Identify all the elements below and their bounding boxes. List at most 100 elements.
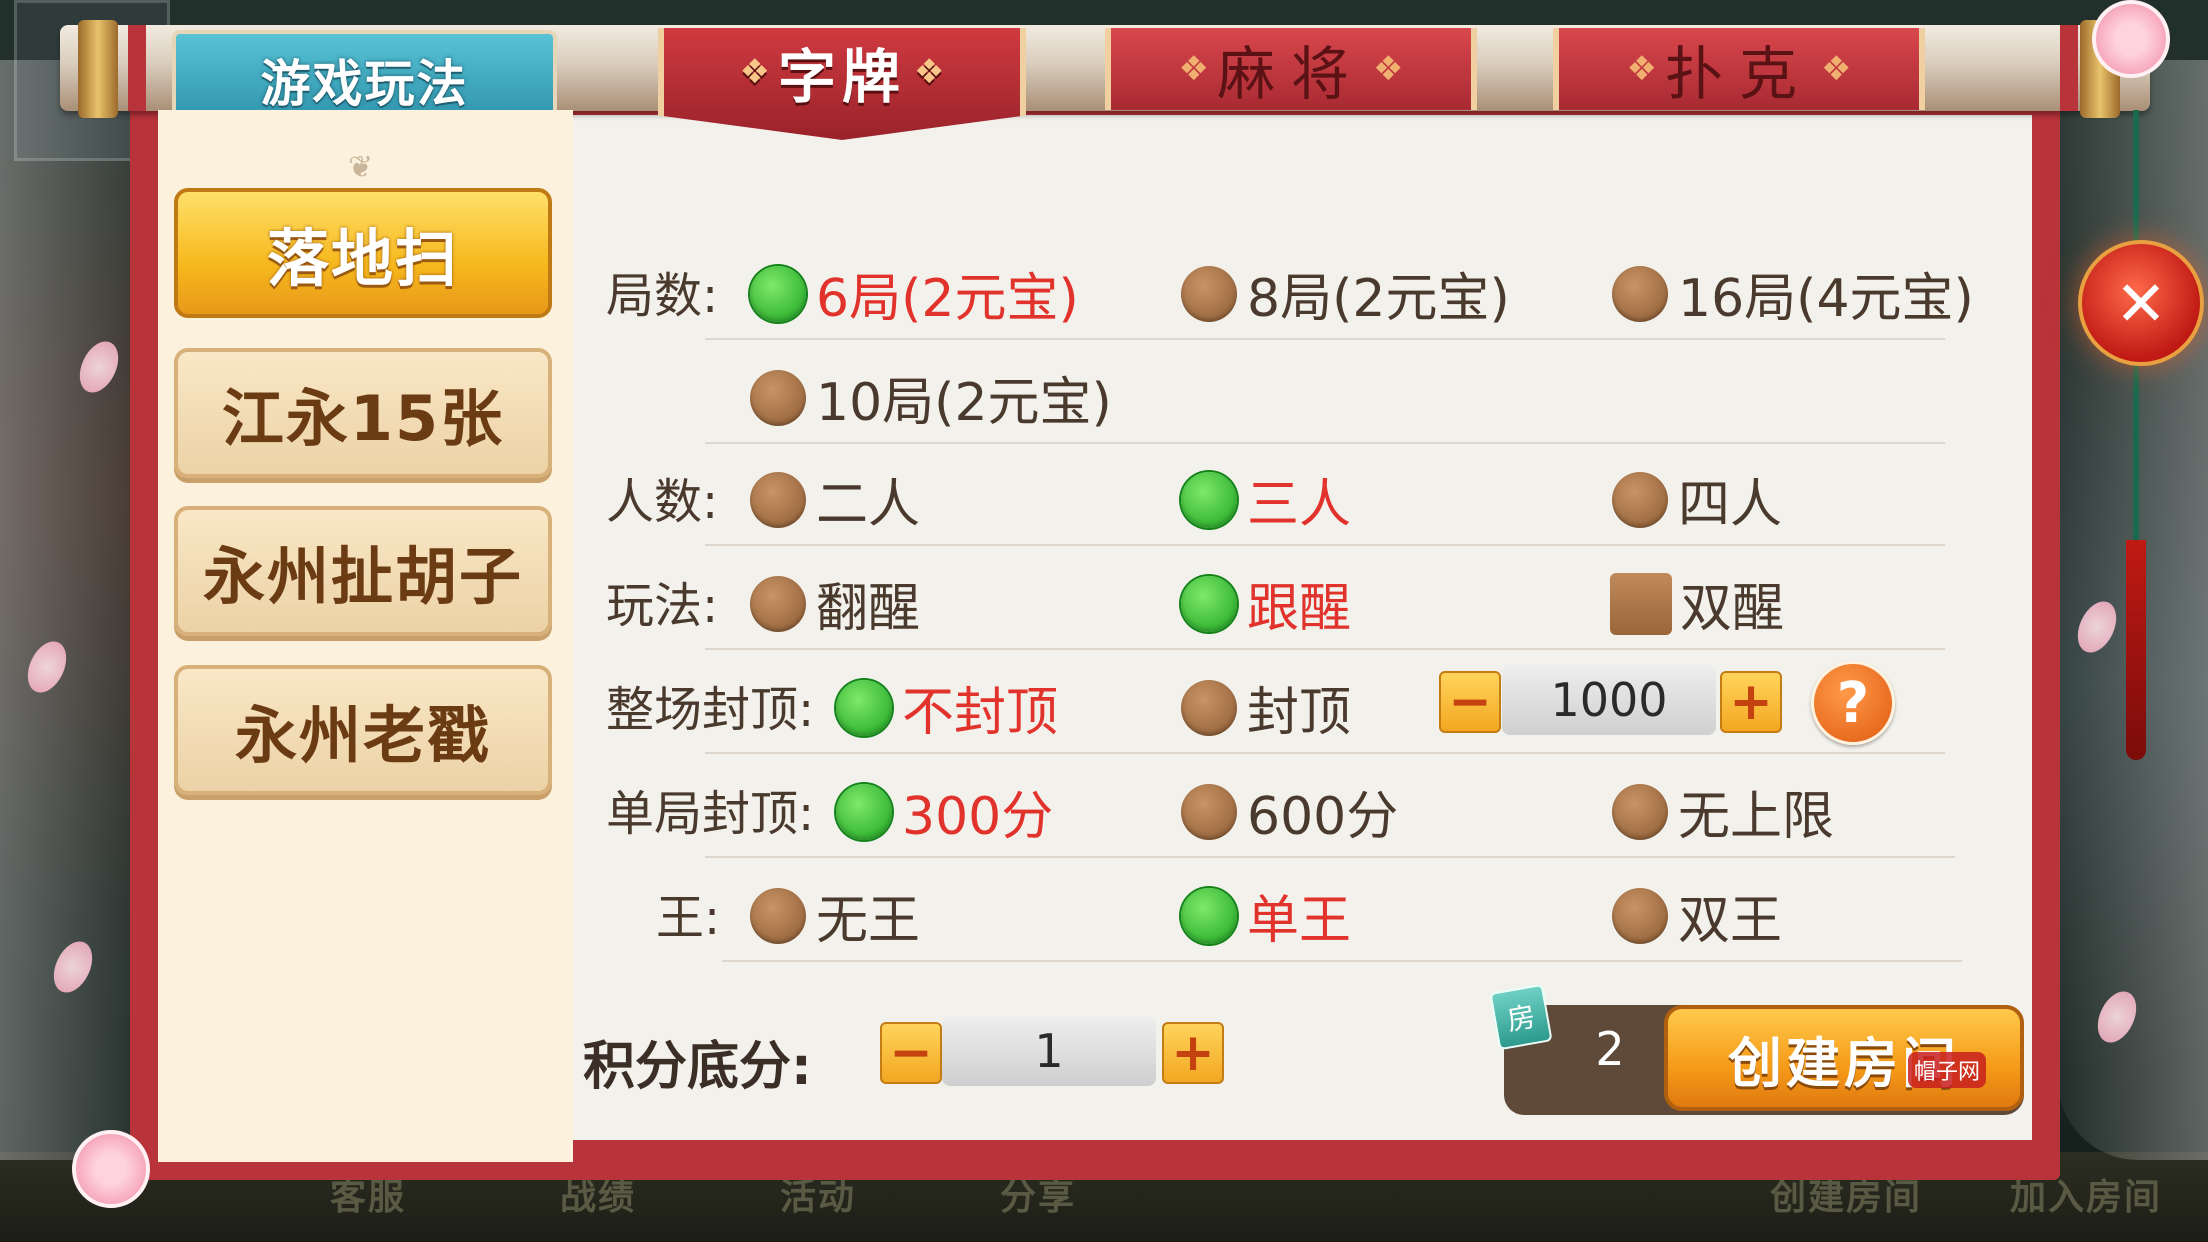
option-label: 16局(4元宝) <box>1678 269 1974 329</box>
sidebar-item-jiangyong15[interactable]: 江永15张 <box>174 348 552 478</box>
players-option-2[interactable]: 二人 <box>750 462 920 537</box>
sidebar-item-luodisao[interactable]: 落地扫 <box>174 188 552 318</box>
sidebar-item-label: 江永15张 <box>221 382 505 455</box>
rod-band-right <box>2060 25 2078 111</box>
radio-off-icon <box>1612 265 1668 322</box>
king-option-none[interactable]: 无王 <box>750 878 920 953</box>
checkbox-unchecked-icon <box>1610 572 1672 635</box>
option-label: 不封顶 <box>902 683 1059 743</box>
base-score-plus-button[interactable]: + <box>1162 1022 1224 1084</box>
radio-off-icon <box>750 369 806 426</box>
close-icon: ✕ <box>2115 266 2167 340</box>
play-mode-label: 玩法: <box>606 578 719 634</box>
radio-on-icon <box>1181 575 1237 632</box>
divider <box>705 856 1955 858</box>
radio-on-icon <box>1181 471 1237 528</box>
match-cap-value-field[interactable]: 1000 <box>1502 665 1716 735</box>
tab-poker-label: 扑克 <box>1664 40 1813 108</box>
single-cap-label: 单局封顶: <box>606 786 815 842</box>
option-label: 三人 <box>1247 475 1352 535</box>
ornament-icon: ❖ <box>1178 49 1209 89</box>
sidebar-item-yongzhou-laochuo[interactable]: 永州老戳 <box>174 665 552 795</box>
option-label: 无上限 <box>1678 787 1835 847</box>
ornament-icon: ❖ <box>1626 49 1657 89</box>
option-label: 300分 <box>902 787 1054 847</box>
option-label: 封顶 <box>1247 683 1352 743</box>
king-option-double[interactable]: 双王 <box>1612 878 1782 953</box>
radio-on-icon <box>750 265 806 322</box>
king-label: 王: <box>656 890 721 946</box>
play-mode-option-fanxing[interactable]: 翻醒 <box>750 566 920 641</box>
single-cap-option-300[interactable]: 300分 <box>836 774 1053 849</box>
divider <box>705 648 1945 650</box>
divider <box>705 544 1945 546</box>
lantern-tassel <box>2126 540 2146 760</box>
blossom-icon <box>2092 0 2170 78</box>
option-label: 双王 <box>1678 891 1783 951</box>
play-mode-option-genxing[interactable]: 跟醒 <box>1181 566 1351 641</box>
option-label: 600分 <box>1247 787 1399 847</box>
match-cap-label: 整场封顶: <box>606 682 815 738</box>
option-label: 6局(2元宝) <box>816 269 1079 329</box>
rounds-option-16[interactable]: 16局(4元宝) <box>1612 256 1974 331</box>
king-option-single[interactable]: 单王 <box>1181 878 1351 953</box>
rounds-option-10[interactable]: 10局(2元宝) <box>750 360 1112 435</box>
room-card-count: 2 <box>1595 1022 1625 1076</box>
option-label: 10局(2元宝) <box>816 373 1112 433</box>
ornament-icon: ❖ <box>1821 49 1852 89</box>
help-icon[interactable]: ? <box>1811 661 1895 745</box>
base-score-value-field[interactable]: 1 <box>942 1016 1156 1086</box>
tab-mahjong[interactable]: ❖ 麻将 ❖ <box>1105 28 1477 110</box>
left-curtain <box>0 60 150 1160</box>
radio-off-icon <box>1181 783 1237 840</box>
players-label: 人数: <box>606 474 719 530</box>
ornament-icon: ❖ <box>1373 49 1404 89</box>
radio-off-icon <box>750 471 806 528</box>
option-label: 二人 <box>816 475 921 535</box>
radio-off-icon <box>750 575 806 632</box>
single-cap-option-600[interactable]: 600分 <box>1181 774 1398 849</box>
rod-left-cap <box>78 20 118 118</box>
play-mode-checkbox-shuangxing[interactable]: 双醒 <box>1610 566 1784 641</box>
option-label: 无王 <box>816 891 921 951</box>
radio-off-icon <box>1181 265 1237 322</box>
sidebar-item-yongzhou-chehuzi[interactable]: 永州扯胡子 <box>174 506 552 636</box>
option-label: 跟醒 <box>1247 579 1352 639</box>
sidebar-item-label: 永州扯胡子 <box>202 540 523 613</box>
watermark-logo: 帽子网 <box>1908 1052 1987 1088</box>
option-label: 翻醒 <box>816 579 921 639</box>
base-score-label: 积分底分: <box>583 1037 812 1097</box>
match-cap-plus-button[interactable]: + <box>1720 671 1782 733</box>
divider <box>722 960 1962 962</box>
match-cap-minus-button[interactable]: − <box>1439 671 1501 733</box>
divider <box>705 338 1945 340</box>
radio-off-icon <box>750 887 806 944</box>
players-option-3[interactable]: 三人 <box>1181 462 1351 537</box>
radio-on-icon <box>836 783 892 840</box>
knot-ornament-icon: ❦ <box>348 150 374 185</box>
match-cap-option-capped[interactable]: 封顶 <box>1181 670 1351 745</box>
sidebar-item-label: 落地扫 <box>266 222 459 295</box>
game-type-sidebar: ❦ 落地扫 江永15张 永州扯胡子 永州老戳 <box>158 110 573 1162</box>
ornament-icon: ❖ <box>739 52 770 92</box>
room-card-icon: 房 <box>1489 983 1553 1051</box>
rounds-option-6[interactable]: 6局(2元宝) <box>750 256 1079 331</box>
divider <box>705 442 1945 444</box>
game-rules-title: 游戏玩法 <box>260 55 469 113</box>
tab-mahjong-label: 麻将 <box>1216 40 1365 108</box>
radio-off-icon <box>1612 783 1668 840</box>
match-cap-option-none[interactable]: 不封顶 <box>836 670 1058 745</box>
players-option-4[interactable]: 四人 <box>1612 462 1782 537</box>
rounds-option-8[interactable]: 8局(2元宝) <box>1181 256 1510 331</box>
single-cap-option-unlimited[interactable]: 无上限 <box>1612 774 1834 849</box>
divider <box>705 752 1945 754</box>
tab-poker[interactable]: ❖ 扑克 ❖ <box>1553 28 1925 110</box>
option-label: 四人 <box>1678 475 1783 535</box>
close-button[interactable]: ✕ <box>2078 240 2204 366</box>
sidebar-item-label: 永州老戳 <box>234 699 491 772</box>
rod-band-left <box>128 25 146 111</box>
base-score-minus-button[interactable]: − <box>880 1022 942 1084</box>
radio-off-icon <box>1612 887 1668 944</box>
ornament-icon: ❖ <box>914 52 945 92</box>
radio-off-icon <box>1612 471 1668 528</box>
